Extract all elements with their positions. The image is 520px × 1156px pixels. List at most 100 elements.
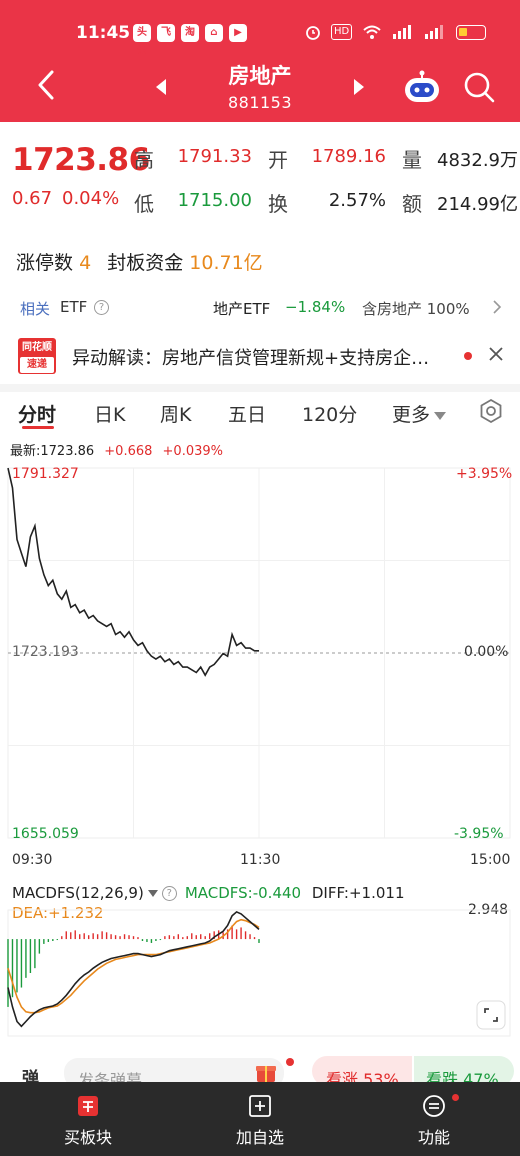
chevron-right-icon[interactable] [492, 300, 502, 314]
amount-label: 额 [402, 192, 422, 216]
etf-name[interactable]: 地产ETF [213, 298, 270, 319]
volume-label: 量 [402, 148, 422, 172]
intraday-chart[interactable] [0, 458, 520, 878]
section-divider [0, 384, 520, 392]
page-title: 房地产 [228, 64, 292, 88]
price-change-pct: 0.04% [62, 188, 120, 209]
limit-count-label: 涨停数 [16, 252, 74, 274]
related-etf-row[interactable]: 相关 ETF ? 地产ETF −1.84% 含房地产 100% [0, 290, 520, 326]
macd-indicator-name[interactable]: MACDFS(12,26,9) [12, 884, 144, 902]
signal-icon [425, 25, 444, 39]
functions-label: 功能 [417, 1128, 450, 1147]
amount-value: 214.99亿 [437, 194, 518, 215]
add-icon [249, 1095, 271, 1117]
y-tick-mid: 1723.193 [12, 644, 79, 660]
alarm-icon [306, 26, 320, 40]
chart-grid [7, 467, 511, 839]
sector-code: 881153 [227, 93, 293, 112]
status-bar: 11:45 头条 飞 淘 ⌂ ▶ HD [0, 18, 520, 56]
diff-value: DIFF:+1.011 [311, 884, 405, 902]
status-app-icons: 头条 飞 淘 ⌂ ▶ [133, 24, 247, 56]
active-tab-indicator [22, 426, 54, 429]
latest-change: +0.668 [104, 444, 153, 459]
tab-more[interactable]: 更多 [392, 400, 447, 427]
etf-holding: 含房地产 100% [362, 300, 470, 318]
macdfs-value: MACDFS:-0.440 [184, 884, 302, 902]
help-icon[interactable]: ? [94, 300, 109, 315]
add-watchlist-button[interactable]: 加自选 [200, 1094, 320, 1148]
buy-sector-button[interactable]: 买板块 [28, 1094, 148, 1148]
bottom-action-bar: 买板块 加自选 功能 [0, 1082, 520, 1156]
tab-five-day[interactable]: 五日 [228, 400, 266, 427]
functions-badge-dot [452, 1094, 459, 1101]
news-headline[interactable]: 异动解读：房地产信贷管理新规+支持房企… [72, 344, 429, 370]
tab-120min[interactable]: 120分 [302, 400, 357, 427]
assistant-robot-icon[interactable] [402, 70, 442, 106]
news-logo-bottom: 速递 [20, 357, 54, 373]
latest-price: 最新:1723.86 [10, 444, 95, 459]
macd-header[interactable]: MACDFS(12,26,9)? MACDFS:-0.440 DIFF:+1.01… [12, 884, 405, 902]
latest-pct: +0.039% [162, 444, 223, 459]
related-tag: 相关 [20, 300, 51, 318]
next-sector-icon[interactable] [352, 78, 366, 96]
limit-up-row: 涨停数 4 封板资金 10.71亿 [16, 248, 263, 275]
limit-count: 4 [79, 252, 92, 274]
tab-intraday[interactable]: 分时 [18, 400, 56, 427]
limit-fund-label: 封板资金 [107, 252, 184, 274]
menu-icon [423, 1095, 445, 1117]
price-change: 0.67 [12, 188, 53, 209]
x-tick-open: 09:30 [12, 852, 53, 868]
low-label: 低 [134, 192, 154, 216]
news-logo-top: 同花顺 [22, 342, 52, 353]
limit-fund: 10.71亿 [189, 252, 263, 274]
volume-value: 4832.9万 [437, 150, 518, 171]
tab-weekly-k[interactable]: 周K [160, 400, 191, 427]
add-watchlist-label: 加自选 [235, 1128, 284, 1147]
x-tick-noon: 11:30 [240, 852, 281, 868]
expand-icon[interactable] [476, 1000, 506, 1030]
etf-label: ETF [60, 298, 88, 316]
macd-lines [7, 910, 260, 1028]
signal-icon [393, 25, 412, 39]
gift-badge-dot [286, 1058, 294, 1066]
notification-icon: 淘 [181, 24, 199, 42]
close-icon[interactable] [488, 346, 504, 362]
news-banner[interactable]: 同花顺 速递 异动解读：房地产信贷管理新规+支持房企… [0, 336, 520, 378]
chart-tabs: 分时 日K 周K 五日 120分 更多 [0, 392, 520, 432]
unread-dot [464, 352, 472, 360]
notification-icon: 飞 [157, 24, 175, 42]
buy-sector-label: 买板块 [63, 1128, 112, 1147]
tab-daily-k[interactable]: 日K [94, 400, 125, 427]
low-value: 1715.00 [177, 190, 252, 211]
status-indicators: HD [305, 24, 487, 40]
y-tick-right-high: +3.95% [456, 466, 513, 482]
y-tick-high: 1791.327 [12, 466, 79, 482]
etf-change: −1.84% [285, 298, 346, 316]
caret-down-icon [147, 890, 158, 897]
caret-down-icon [434, 411, 447, 420]
notification-icon: ▶ [229, 24, 247, 42]
functions-button[interactable]: 功能 [374, 1094, 494, 1148]
y-tick-right-low: -3.95% [454, 826, 504, 842]
notification-icon: 头条 [133, 24, 151, 56]
high-value: 1791.33 [177, 146, 252, 167]
header-bar: 11:45 头条 飞 淘 ⌂ ▶ HD 房地产 881153 [0, 0, 520, 122]
settings-icon[interactable] [478, 398, 504, 424]
battery-icon [456, 24, 487, 40]
help-icon[interactable]: ? [161, 886, 177, 901]
tab-more-label: 更多 [392, 404, 431, 426]
status-time: 11:45 [76, 23, 131, 43]
turnover-value: 2.57% [328, 190, 386, 211]
current-price: 1723.86 [12, 142, 150, 178]
high-label: 高 [134, 148, 154, 172]
wifi-icon [363, 25, 381, 39]
y-tick-right-mid: 0.00% [464, 644, 509, 660]
latest-quote-row: 最新:1723.86 +0.668 +0.039% [10, 440, 223, 459]
open-value: 1789.16 [311, 146, 386, 167]
open-label: 开 [268, 148, 288, 172]
macd-chart[interactable] [0, 906, 520, 1040]
search-icon[interactable] [462, 70, 496, 104]
gift-icon[interactable] [254, 1060, 278, 1084]
back-arrow-icon[interactable] [30, 68, 64, 102]
quote-panel: 1723.86 0.67 0.04% 高 1791.33 开 1789.16 量… [0, 122, 520, 222]
